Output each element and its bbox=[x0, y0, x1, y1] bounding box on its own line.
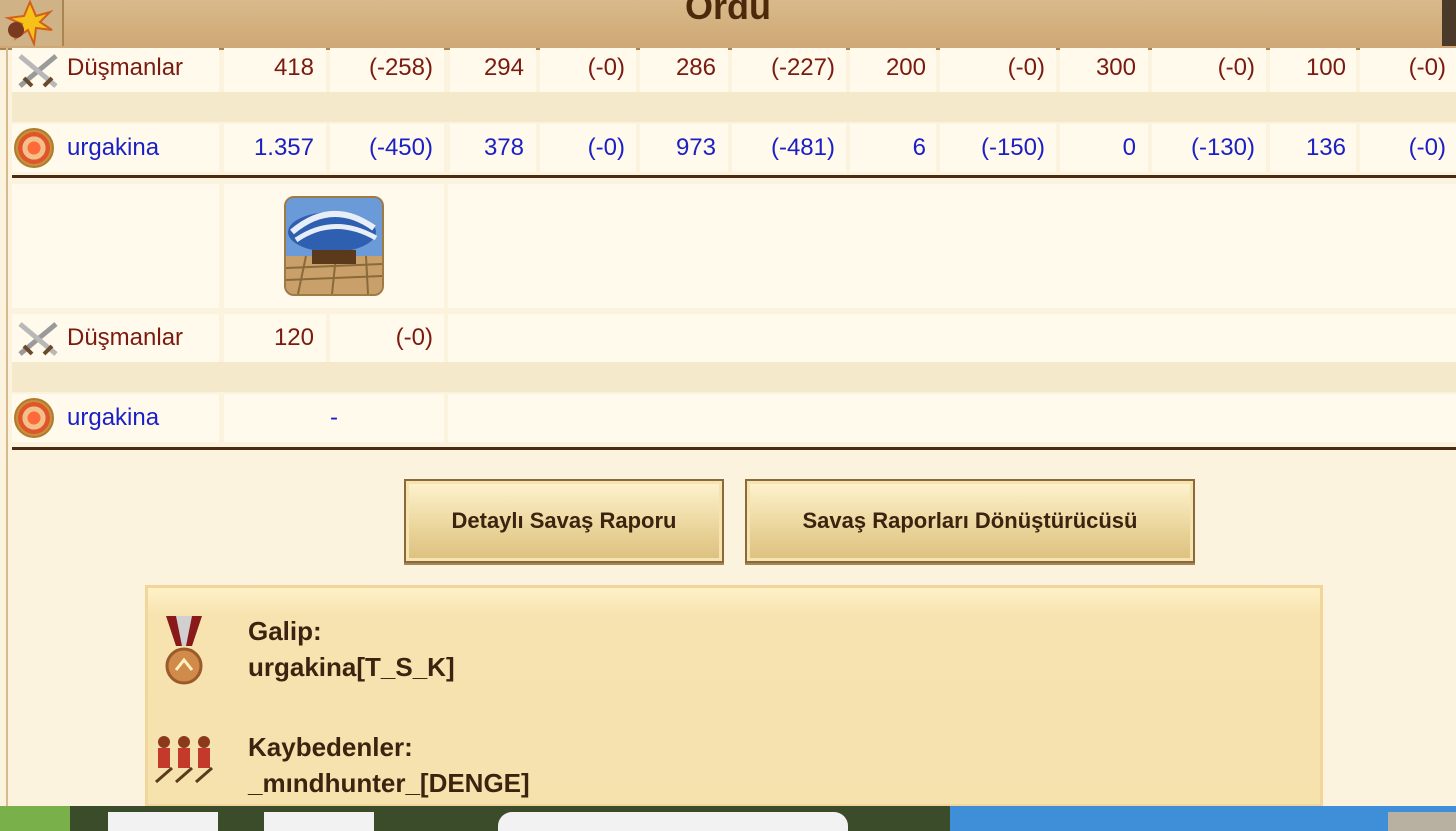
bottom-toolbar bbox=[0, 806, 1456, 831]
unit-count: - bbox=[330, 404, 338, 431]
window-title: Ordu bbox=[685, 0, 771, 27]
unit-count: 378 bbox=[483, 134, 524, 161]
table-cell bbox=[448, 394, 1456, 442]
winner-label: Galip: bbox=[248, 616, 322, 646]
unit-loss: (-481) bbox=[770, 134, 835, 161]
toolbar-slot[interactable] bbox=[108, 812, 218, 831]
unit-loss: (-130) bbox=[1190, 134, 1255, 161]
table-cell bbox=[448, 314, 1456, 362]
table-divider bbox=[12, 447, 1456, 450]
close-tab[interactable] bbox=[1442, 0, 1456, 46]
row-spacer bbox=[12, 362, 1456, 392]
unit-count: 286 bbox=[675, 54, 716, 81]
row-name-player[interactable]: urgakina bbox=[67, 404, 159, 432]
toolbar-slot[interactable] bbox=[498, 812, 848, 831]
table-cell bbox=[12, 184, 219, 308]
winner-name[interactable]: urgakina[T_S_K] bbox=[248, 652, 455, 683]
crossed-swords-icon bbox=[18, 54, 58, 88]
medal-icon bbox=[165, 616, 203, 685]
commander-icon[interactable] bbox=[0, 0, 64, 48]
unit-loss: (-0) bbox=[1408, 134, 1446, 161]
row-spacer bbox=[12, 92, 1456, 122]
frame-border bbox=[6, 48, 8, 808]
shield-icon bbox=[14, 398, 54, 438]
unit-count: 120 bbox=[273, 324, 314, 351]
unit-loss: (-0) bbox=[587, 54, 625, 81]
unit-count: 200 bbox=[885, 54, 926, 81]
unit-count: 6 bbox=[912, 134, 926, 161]
unit-loss: (-150) bbox=[980, 134, 1045, 161]
unit-loss: (-0) bbox=[395, 324, 433, 351]
table-cell bbox=[448, 184, 1456, 308]
battle-result-panel: Galip: urgakina[T_S_K] Kaybedenler: _mın… bbox=[145, 585, 1323, 807]
unit-loss: (-0) bbox=[1408, 54, 1446, 81]
shield-icon bbox=[14, 128, 54, 168]
unit-loss: (-0) bbox=[587, 134, 625, 161]
unit-loss: (-227) bbox=[770, 54, 835, 81]
unit-count: 300 bbox=[1095, 54, 1136, 81]
toolbar-slot[interactable] bbox=[264, 812, 374, 831]
unit-loss: (-0) bbox=[1217, 54, 1255, 81]
unit-loss: (-258) bbox=[368, 54, 433, 81]
soldiers-icon bbox=[155, 736, 213, 784]
table-divider bbox=[12, 175, 1456, 178]
toolbar-slot[interactable] bbox=[1388, 812, 1456, 831]
airship-unit-icon[interactable] bbox=[284, 196, 384, 296]
detailed-battle-report-button[interactable]: Detaylı Savaş Raporu bbox=[404, 479, 724, 563]
losers-label: Kaybedenler: bbox=[248, 732, 413, 762]
unit-count: 136 bbox=[1305, 134, 1346, 161]
unit-loss: (-0) bbox=[1007, 54, 1045, 81]
unit-count: 973 bbox=[675, 134, 716, 161]
row-name-player[interactable]: urgakina bbox=[67, 134, 159, 162]
unit-loss: (-450) bbox=[368, 134, 433, 161]
unit-count: 100 bbox=[1305, 54, 1346, 81]
window-titlebar: Ordu bbox=[0, 0, 1456, 50]
unit-count: 1.357 bbox=[253, 134, 314, 161]
unit-count: 0 bbox=[1122, 134, 1136, 161]
unit-count: 294 bbox=[483, 54, 524, 81]
battle-report-converter-button[interactable]: Savaş Raporları Dönüştürücüsü bbox=[745, 479, 1195, 563]
losers-name[interactable]: _mındhunter_[DENGE] bbox=[248, 768, 530, 799]
row-name-enemies[interactable]: Düşmanlar bbox=[67, 324, 183, 352]
crossed-swords-icon bbox=[18, 322, 58, 356]
row-name-enemies[interactable]: Düşmanlar bbox=[67, 54, 183, 82]
unit-count: 418 bbox=[273, 54, 314, 81]
